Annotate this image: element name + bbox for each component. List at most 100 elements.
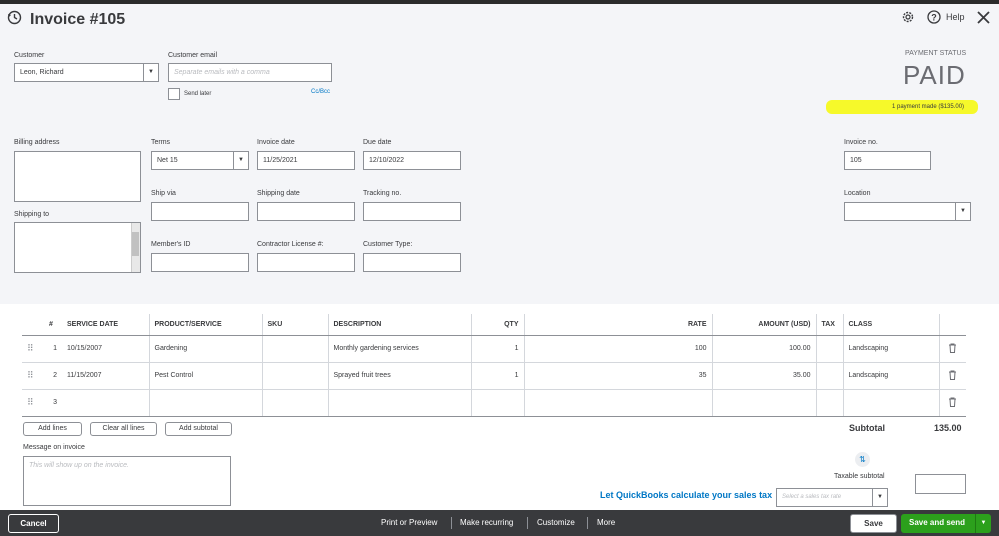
cell-rate[interactable]: 35 [524,362,713,390]
row-number: 3 [44,389,62,417]
due-date-field[interactable]: 12/10/2022 [363,151,461,170]
close-icon[interactable] [976,10,991,27]
scrollbar-thumb[interactable] [132,232,139,256]
cell-sku[interactable] [262,335,329,363]
cell-product[interactable]: Gardening [149,335,263,363]
cell-description[interactable] [328,389,472,417]
shipping-date-field[interactable] [257,202,355,221]
drag-handle-icon[interactable]: ⠿ [22,335,44,363]
cell-product[interactable]: Pest Control [149,362,263,390]
cell-class[interactable]: Landscaping [843,362,940,390]
table-row[interactable]: ⠿ 3 [22,389,966,417]
trash-icon[interactable] [939,362,966,390]
ship-via-field[interactable] [151,202,249,221]
save-button[interactable]: Save [850,514,897,533]
cell-amount[interactable]: 100.00 [712,335,817,363]
make-recurring-button[interactable]: Make recurring [460,518,513,527]
tracking-no-field[interactable] [363,202,461,221]
help-label[interactable]: Help [946,12,965,22]
message-label: Message on invoice [23,444,85,451]
terms-select[interactable]: Net 15 ▼ [151,151,249,170]
invoice-form-header: Customer Leon, Richard ▼ Customer email … [0,34,999,304]
cell-qty[interactable]: 1 [471,362,525,390]
chevron-down-icon[interactable]: ▼ [975,514,991,533]
cell-class[interactable]: Landscaping [843,335,940,363]
contractor-license-field[interactable] [257,253,355,272]
chevron-down-icon[interactable]: ▼ [143,64,158,81]
cell-rate[interactable] [524,389,713,417]
due-date-label: Due date [363,139,392,146]
chevron-down-icon[interactable]: ▼ [955,203,970,220]
cell-service-date[interactable]: 10/15/2007 [62,335,150,363]
cell-sku[interactable] [262,362,329,390]
customize-button[interactable]: Customize [537,518,575,527]
sales-tax-rate-placeholder: Select a sales tax rate [782,494,842,500]
customer-email-placeholder: Separate emails with a comma [174,69,270,76]
payment-status-value: PAID [903,60,966,90]
customer-type-label: Customer Type: [363,241,413,248]
gear-icon[interactable] [901,10,915,26]
line-items-table: # SERVICE DATE PRODUCT/SERVICE SKU DESCR… [22,314,966,417]
sales-tax-rate-select[interactable]: Select a sales tax rate ▼ [776,488,888,507]
save-and-send-button[interactable]: Save and send ▼ [901,514,991,533]
add-subtotal-button[interactable]: Add subtotal [165,422,232,436]
column-header-service-date: SERVICE DATE [62,314,150,336]
cell-qty[interactable] [471,389,525,417]
location-select[interactable]: ▼ [844,202,971,221]
print-preview-button[interactable]: Print or Preview [381,518,437,527]
chevron-down-icon[interactable]: ▼ [872,489,887,506]
message-field[interactable]: This will show up on the invoice. [23,456,231,506]
cc-bcc-link[interactable]: Cc/Bcc [311,89,330,95]
recent-transactions-icon[interactable] [7,10,22,27]
cell-amount[interactable]: 35.00 [712,362,817,390]
customer-email-field[interactable]: Separate emails with a comma [168,63,332,82]
table-row[interactable]: ⠿ 1 10/15/2007 Gardening Monthly gardeni… [22,335,966,363]
sort-arrows-icon[interactable]: ⇅ [855,452,870,467]
shipping-date-label: Shipping date [257,190,300,197]
chevron-down-icon[interactable]: ▼ [233,152,248,169]
customer-select[interactable]: Leon, Richard ▼ [14,63,159,82]
cell-class[interactable] [843,389,940,417]
cell-amount[interactable] [712,389,817,417]
clear-all-lines-button[interactable]: Clear all lines [90,422,157,436]
trash-icon[interactable] [939,335,966,363]
invoice-no-field[interactable]: 105 [844,151,931,170]
cell-service-date[interactable]: 11/15/2007 [62,362,150,390]
shipping-to-field[interactable] [14,222,141,273]
cell-tax[interactable] [816,335,844,363]
cell-product[interactable] [149,389,263,417]
billing-address-label: Billing address [14,139,60,146]
cell-tax[interactable] [816,362,844,390]
payment-status-label: PAYMENT STATUS [905,50,967,57]
invoice-date-field[interactable]: 11/25/2021 [257,151,355,170]
help-icon[interactable]: ? [927,10,941,26]
payment-made-link[interactable]: 1 payment made ($135.00) [892,104,964,110]
drag-handle-icon[interactable]: ⠿ [22,389,44,417]
cell-description[interactable]: Monthly gardening services [328,335,472,363]
cell-tax[interactable] [816,389,844,417]
cell-qty[interactable]: 1 [471,335,525,363]
send-later-checkbox[interactable] [168,88,180,100]
taxable-subtotal-label: Taxable subtotal [834,473,885,480]
column-header-amount: AMOUNT (USD) [712,314,817,336]
sales-tax-link[interactable]: Let QuickBooks calculate your sales tax [600,490,772,500]
billing-address-field[interactable] [14,151,141,202]
customer-type-field[interactable] [363,253,461,272]
cell-sku[interactable] [262,389,329,417]
trash-icon[interactable] [939,389,966,417]
drag-handle-icon[interactable]: ⠿ [22,362,44,390]
cell-service-date[interactable] [62,389,150,417]
cell-rate[interactable]: 100 [524,335,713,363]
svg-text:?: ? [931,13,937,23]
more-button[interactable]: More [597,518,615,527]
footer-bar: Cancel Print or Preview Make recurring C… [0,510,999,536]
taxable-subtotal-field[interactable] [915,474,966,494]
table-row[interactable]: ⠿ 2 11/15/2007 Pest Control Sprayed frui… [22,362,966,390]
add-lines-button[interactable]: Add lines [23,422,82,436]
terms-value: Net 15 [157,157,178,164]
cancel-button[interactable]: Cancel [8,514,59,533]
separator [527,517,528,529]
cell-description[interactable]: Sprayed fruit trees [328,362,472,390]
member-id-field[interactable] [151,253,249,272]
invoice-no-label: Invoice no. [844,139,878,146]
